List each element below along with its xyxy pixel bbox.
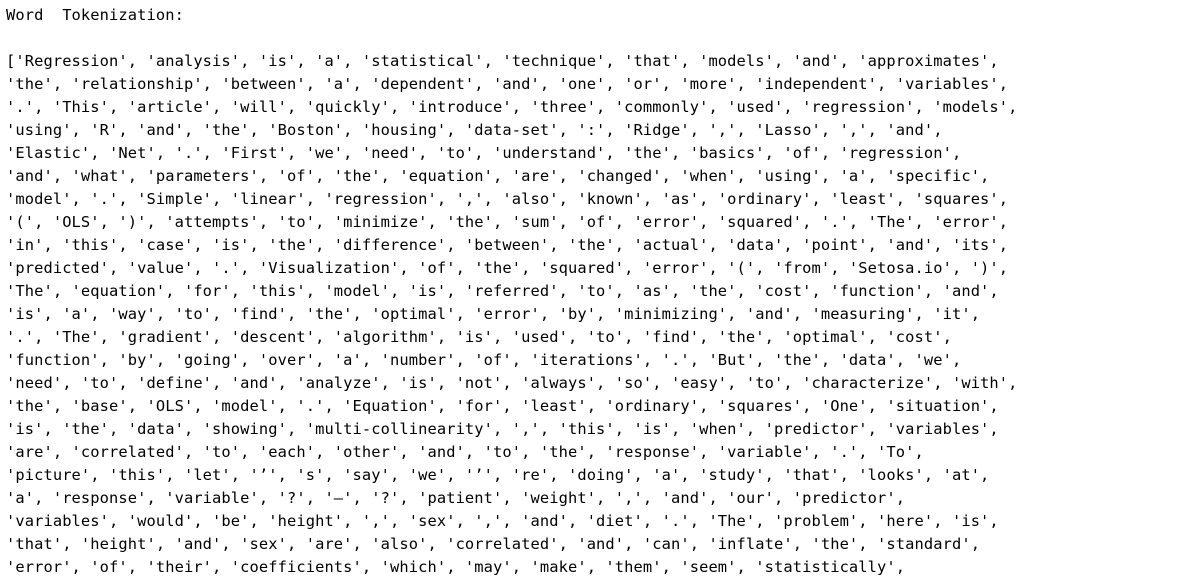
- token-line: 'is', 'a', 'way', 'to', 'find', 'the', '…: [6, 305, 981, 323]
- token-line: 'that', 'height', 'and', 'sex', 'are', '…: [6, 535, 981, 553]
- token-line: 'The', 'equation', 'for', 'this', 'model…: [6, 282, 999, 300]
- token-line: 'and', 'what', 'parameters', 'of', 'the'…: [6, 167, 990, 185]
- token-line: 'error', 'of', 'their', 'coefficients', …: [6, 558, 906, 576]
- token-line: 'model', '.', 'Simple', 'linear', 'regre…: [6, 190, 1009, 208]
- token-line: 'using', 'R', 'and', 'the', 'Boston', 'h…: [6, 121, 943, 139]
- token-line: '.', 'This', 'article', 'will', 'quickly…: [6, 98, 1018, 116]
- output-heading: Word Tokenization:: [6, 6, 184, 24]
- token-line: 'variables', 'would', 'be', 'height', ',…: [6, 512, 999, 530]
- console-output: Word Tokenization: ['Regression', 'analy…: [0, 0, 1189, 576]
- token-line: 'is', 'the', 'data', 'showing', 'multi-c…: [6, 420, 999, 438]
- token-line: 'a', 'response', 'variable', '?', '—', '…: [6, 489, 906, 507]
- token-line: 'need', 'to', 'define', 'and', 'analyze'…: [6, 374, 1018, 392]
- token-line: 'picture', 'this', 'let', '’', 's', 'say…: [6, 466, 990, 484]
- token-line: '(', 'OLS', ')', 'attempts', 'to', 'mini…: [6, 213, 1009, 231]
- token-line: 'the', 'base', 'OLS', 'model', '.', 'Equ…: [6, 397, 999, 415]
- token-line: 'function', 'by', 'going', 'over', 'a', …: [6, 351, 962, 369]
- token-line: 'in', 'this', 'case', 'is', 'the', 'diff…: [6, 236, 1009, 254]
- token-line: 'are', 'correlated', 'to', 'each', 'othe…: [6, 443, 924, 461]
- token-line: 'the', 'relationship', 'between', 'a', '…: [6, 75, 1009, 93]
- token-line: '.', 'The', 'gradient', 'descent', 'algo…: [6, 328, 952, 346]
- token-line: 'predicted', 'value', '.', 'Visualizatio…: [6, 259, 1009, 277]
- token-line: ['Regression', 'analysis', 'is', 'a', 's…: [6, 52, 999, 70]
- token-line: 'Elastic', 'Net', '.', 'First', 'we', 'n…: [6, 144, 962, 162]
